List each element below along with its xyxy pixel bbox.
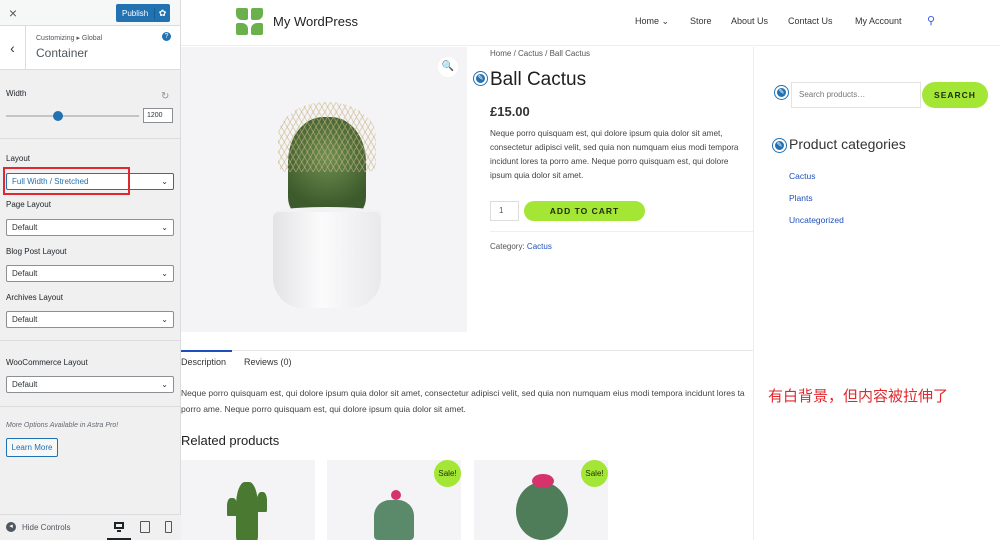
width-number-input[interactable]: 1200 bbox=[143, 108, 173, 123]
mobile-icon[interactable] bbox=[163, 521, 175, 533]
publish-button[interactable]: Publish ✿ bbox=[116, 4, 170, 22]
zoom-icon[interactable]: 🔍 bbox=[438, 57, 458, 77]
woocommerce-layout-label: WooCommerce Layout bbox=[6, 358, 88, 367]
product-short-description: Neque porro quisquam est, qui dolore ips… bbox=[490, 129, 739, 180]
customizer-sidebar: × Publish ✿ ‹ Customizing ▸ Global Conta… bbox=[0, 0, 181, 540]
site-logo[interactable] bbox=[236, 8, 264, 36]
woocommerce-layout-select[interactable]: Default ⌄ bbox=[6, 376, 174, 393]
divider bbox=[0, 138, 181, 139]
chevron-down-icon: ⌄ bbox=[161, 380, 168, 389]
search-button[interactable]: SEARCH bbox=[922, 82, 988, 108]
width-slider-handle[interactable] bbox=[53, 111, 63, 121]
category-link[interactable]: Cactus bbox=[527, 242, 552, 251]
collapse-icon[interactable]: ◂ bbox=[6, 522, 16, 532]
tab-description[interactable]: Description bbox=[181, 357, 226, 367]
divider bbox=[0, 340, 181, 341]
blog-layout-label: Blog Post Layout bbox=[6, 247, 67, 256]
product-category: Category: Cactus bbox=[490, 242, 552, 251]
product-title: Ball Cactus bbox=[490, 69, 587, 90]
tab-reviews[interactable]: Reviews (0) bbox=[244, 357, 292, 367]
edit-pencil-icon[interactable]: ✎ bbox=[773, 139, 786, 152]
sale-badge: Sale! bbox=[581, 460, 608, 487]
product-long-description: Neque porro quisquam est, qui dolore ips… bbox=[181, 388, 745, 414]
nav-store[interactable]: Store bbox=[690, 16, 712, 26]
active-tab-indicator bbox=[181, 350, 232, 352]
product-image[interactable]: 🔍 bbox=[181, 47, 467, 332]
learn-more-button[interactable]: Learn More bbox=[6, 438, 58, 457]
customizer-topbar: × Publish ✿ bbox=[0, 0, 180, 26]
back-icon[interactable]: ‹ bbox=[0, 26, 26, 70]
highlight-box bbox=[3, 167, 130, 195]
tabs-divider bbox=[181, 350, 753, 351]
publish-label: Publish bbox=[122, 8, 149, 18]
nav-home[interactable]: Home ⌄ bbox=[635, 16, 669, 27]
product-categories-title: Product categories bbox=[789, 136, 906, 152]
chevron-down-icon: ⌄ bbox=[161, 177, 168, 186]
archives-layout-value: Default bbox=[12, 315, 38, 324]
blog-layout-select[interactable]: Default ⌄ bbox=[6, 265, 174, 282]
page-layout-value: Default bbox=[12, 223, 38, 232]
site-preview: My WordPress Home ⌄ Store About Us Conta… bbox=[181, 0, 1000, 540]
product-search-input[interactable]: Search products… bbox=[791, 82, 921, 108]
search-icon[interactable]: ⚲ bbox=[927, 14, 935, 27]
gear-icon[interactable]: ✿ bbox=[154, 7, 170, 19]
product-breadcrumb[interactable]: Home / Cactus / Ball Cactus bbox=[490, 49, 590, 58]
edit-pencil-icon[interactable]: ✎ bbox=[775, 86, 788, 99]
help-icon[interactable]: ? bbox=[162, 32, 171, 41]
site-header: My WordPress Home ⌄ Store About Us Conta… bbox=[181, 0, 1000, 46]
blog-layout-value: Default bbox=[12, 269, 38, 278]
quantity-input[interactable]: 1 bbox=[490, 201, 519, 221]
divider bbox=[490, 231, 753, 232]
archives-layout-label: Archives Layout bbox=[6, 293, 63, 302]
divider bbox=[0, 406, 181, 407]
category-link-plants[interactable]: Plants bbox=[789, 193, 813, 203]
customizer-footer: ◂ Hide Controls bbox=[0, 514, 181, 540]
width-slider-track[interactable] bbox=[6, 115, 139, 117]
category-link-cactus[interactable]: Cactus bbox=[789, 171, 815, 181]
reset-icon[interactable]: ↻ bbox=[161, 91, 169, 102]
sale-badge: Sale! bbox=[434, 460, 461, 487]
hide-controls-button[interactable]: Hide Controls bbox=[22, 523, 70, 532]
pot-illustration bbox=[273, 212, 381, 308]
chevron-down-icon: ⌄ bbox=[161, 223, 168, 232]
nav-about-us[interactable]: About Us bbox=[731, 16, 768, 26]
desktop-icon[interactable] bbox=[113, 521, 125, 533]
tablet-icon[interactable] bbox=[139, 521, 151, 533]
site-title[interactable]: My WordPress bbox=[273, 14, 358, 29]
layout-label: Layout bbox=[6, 154, 31, 163]
nav-contact-us[interactable]: Contact Us bbox=[788, 16, 833, 26]
category-label: Category: bbox=[490, 242, 525, 251]
related-product-card[interactable]: Sale! bbox=[327, 460, 461, 540]
sidebar-divider bbox=[753, 47, 754, 540]
width-label: Width bbox=[6, 89, 27, 98]
nav-my-account[interactable]: My Account bbox=[855, 16, 902, 26]
pro-note: More Options Available in Astra Pro! bbox=[6, 422, 119, 429]
chevron-down-icon: ⌄ bbox=[161, 269, 168, 278]
customizer-breadcrumb: Customizing ▸ Global bbox=[36, 35, 103, 42]
page-layout-label: Page Layout bbox=[6, 200, 51, 209]
archives-layout-select[interactable]: Default ⌄ bbox=[6, 311, 174, 328]
section-title: Container bbox=[36, 46, 89, 60]
category-link-uncategorized[interactable]: Uncategorized bbox=[789, 215, 844, 225]
annotation-note: 有白背景，但内容被拉伸了 bbox=[768, 387, 949, 405]
add-to-cart-button[interactable]: ADD TO CART bbox=[524, 201, 645, 221]
related-product-card[interactable] bbox=[181, 460, 315, 540]
page-layout-select[interactable]: Default ⌄ bbox=[6, 219, 174, 236]
chevron-down-icon: ⌄ bbox=[161, 315, 168, 324]
related-product-card[interactable]: Sale! bbox=[474, 460, 608, 540]
woocommerce-layout-value: Default bbox=[12, 380, 38, 389]
product-price: £15.00 bbox=[490, 104, 530, 119]
close-icon[interactable]: × bbox=[0, 0, 26, 26]
edit-pencil-icon[interactable]: ✎ bbox=[474, 72, 487, 85]
section-header: ‹ Customizing ▸ Global Container ? bbox=[0, 26, 180, 70]
related-products-heading: Related products bbox=[181, 433, 280, 448]
